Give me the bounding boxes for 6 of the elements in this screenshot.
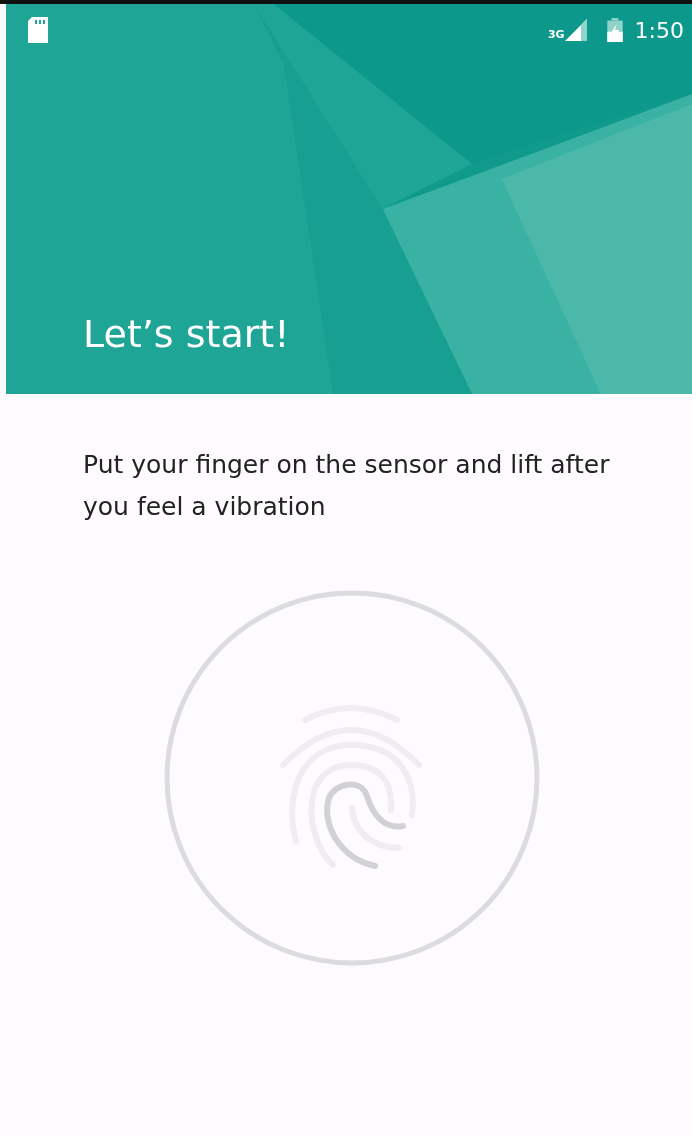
clock-time: 1:50 xyxy=(634,17,684,43)
signal-icon xyxy=(564,19,587,41)
network-type: 3G xyxy=(547,27,565,41)
page-title: Let’s start! xyxy=(83,312,291,356)
instruction-text: Put your finger on the sensor and lift after you feel a vibration xyxy=(83,449,611,523)
sd-card-icon xyxy=(28,17,48,43)
